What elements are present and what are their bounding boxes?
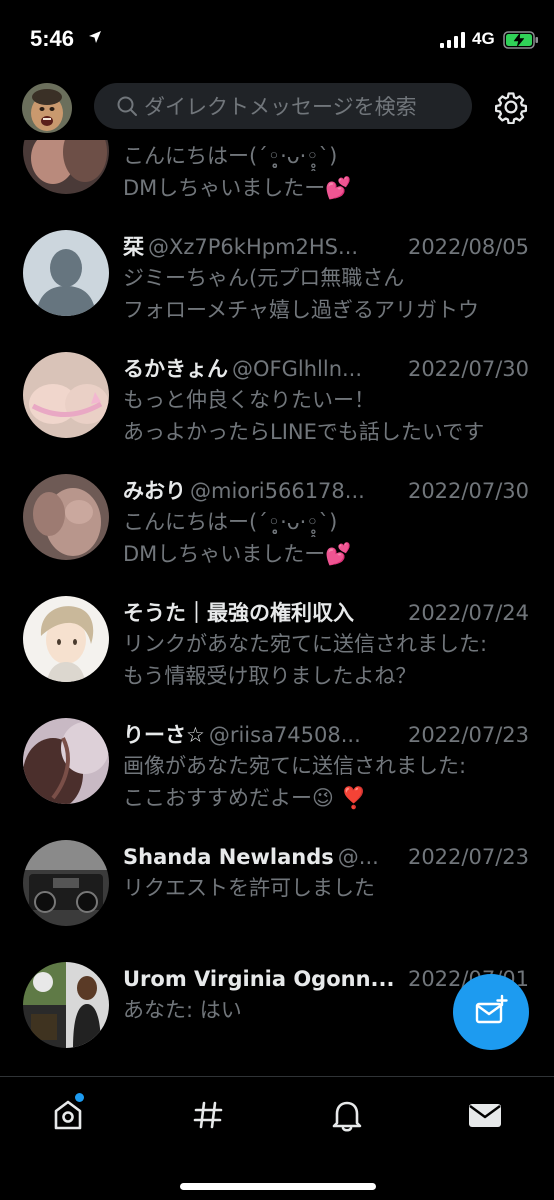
search-icon: [117, 96, 137, 116]
status-bar: 5:46 4G: [0, 0, 554, 80]
status-time: 5:46: [30, 26, 75, 51]
tab-messages[interactable]: [465, 1095, 505, 1135]
tab-explore[interactable]: [188, 1095, 228, 1135]
user-handle: @...: [337, 845, 379, 869]
message-date: 2022/07/23: [395, 720, 529, 750]
message-date: 2022/07/30: [395, 476, 529, 506]
display-name: りーさ☆: [123, 723, 205, 747]
user-handle: @riisa74508...: [208, 723, 361, 747]
tab-notifications[interactable]: [327, 1095, 367, 1135]
display-name: Urom Virginia Ogonn...: [123, 967, 395, 991]
avatar[interactable]: [22, 83, 72, 133]
gear-icon[interactable]: [494, 90, 528, 124]
notification-dot: [75, 1093, 84, 1102]
message-preview-line1: リンクがあなた宛てに送信されました:: [123, 632, 488, 656]
hashtag-icon: [193, 1101, 223, 1129]
user-handle: @Xz7P6kHpm2HS...: [148, 235, 359, 259]
home-indicator: [180, 1183, 376, 1190]
conversation-item[interactable]: そうた｜最強の権利収入 2022/07/24 リンクがあなた宛てに送信されました…: [0, 596, 554, 716]
conversation-item[interactable]: 栞 @Xz7P6kHpm2HS... 2022/08/05 ジミーちゃん(元プロ無…: [0, 230, 554, 350]
message-preview-line1: こんにちはー(´◦̥̥̥̥̥̥̥̥·ᴗ·◦̥̥̥̥̥̥̥̥`): [123, 144, 338, 168]
display-name: そうた｜最強の権利収入: [123, 601, 354, 625]
avatar: [23, 718, 109, 804]
message-date: 2022/07/30: [395, 354, 529, 384]
message-preview-line2: もう情報受け取りましたよね？: [123, 664, 417, 688]
display-name: Shanda Newlands: [123, 845, 334, 869]
mail-icon: [469, 1104, 501, 1127]
tab-home[interactable]: [48, 1093, 88, 1135]
message-preview-line1: こんにちはー(´◦̥̥̥̥̥̥̥̥·ᴗ·◦̥̥̥̥̥̥̥̥`): [123, 510, 338, 534]
display-name: みおり: [123, 479, 186, 503]
avatar: [23, 474, 109, 560]
user-handle: @OFGlhlln...: [232, 357, 363, 381]
new-message-icon: [475, 994, 508, 1024]
message-preview-line1: ジミーちゃん(元プロ無職さん: [123, 266, 405, 290]
battery-charging-icon: [503, 31, 538, 49]
message-preview-line1: 画像があなた宛てに送信されました:: [123, 754, 467, 778]
search-placeholder: ダイレクトメッセージを検索: [144, 95, 417, 119]
search-input[interactable]: ダイレクトメッセージを検索: [94, 83, 472, 129]
display-name: るかきょん: [123, 357, 228, 381]
message-preview-line1: リクエストを許可しました: [123, 876, 375, 900]
conversation-item[interactable]: Shanda Newlands @... 2022/07/23 リクエストを許可し…: [0, 840, 554, 960]
conversation-item[interactable]: りーさ☆ @riisa74508... 2022/07/23 画像があなた宛てに送…: [0, 718, 554, 838]
display-name: 栞: [123, 235, 144, 259]
bottom-tab-bar: [0, 1076, 554, 1200]
message-preview-line2: DMしちゃいましたー💕: [123, 542, 352, 566]
message-preview-line2: DMしちゃいましたー💕: [123, 176, 352, 200]
avatar: [23, 840, 109, 926]
avatar: [23, 230, 109, 316]
user-handle: @miori566178...: [190, 479, 365, 503]
conversation-item[interactable]: みおり @miori566178... 2022/07/30 こんにちはー(´◦̥…: [0, 474, 554, 594]
conversation-item[interactable]: るかきょん @OFGlhlln... 2022/07/30 もっと仲良くなりたいー…: [0, 352, 554, 472]
location-arrow-icon: [89, 31, 101, 43]
network-type: 4G: [472, 29, 495, 48]
message-date: 2022/08/05: [395, 232, 529, 262]
avatar: [23, 962, 109, 1048]
dm-header: ダイレクトメッセージを検索: [0, 80, 554, 140]
message-date: 2022/07/24: [395, 598, 529, 628]
message-preview-line2: ここおすすめだよー😉 ❣️: [123, 786, 367, 810]
message-preview-line2: あっよかったらLINEでも話したいです: [123, 420, 485, 444]
message-date: 2022/07/23: [395, 842, 529, 872]
conversation-list: こんにちはー(´◦̥̥̥̥̥̥̥̥·ᴗ·◦̥̥̥̥̥̥̥̥`) DMしちゃいまし…: [0, 120, 554, 1075]
avatar: [23, 352, 109, 438]
signal-icon: [440, 32, 465, 48]
avatar: [23, 596, 109, 682]
message-preview-line2: フォローメチャ嬉し過ぎるアリガトウ: [123, 298, 479, 322]
new-message-button[interactable]: [453, 974, 529, 1050]
bell-icon: [332, 1101, 362, 1132]
message-preview-line1: もっと仲良くなりたいー！: [123, 388, 375, 412]
